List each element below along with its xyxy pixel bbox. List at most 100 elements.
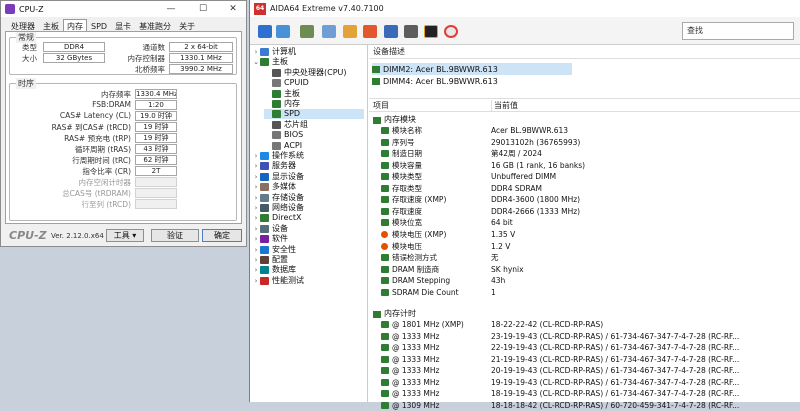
tree-item[interactable]: › 存储设备 bbox=[252, 193, 364, 203]
tree-item[interactable]: 中央处理器(CPU) bbox=[264, 68, 364, 78]
tree-item[interactable]: ACPI bbox=[264, 141, 364, 151]
tools-dropdown[interactable]: 工具 ▾ bbox=[106, 229, 144, 242]
flame-icon[interactable] bbox=[363, 25, 377, 38]
table-row[interactable]: @ 1801 MHz (XMP) 18-22-22-42 (CL-RCD-RP-R… bbox=[369, 319, 800, 331]
ram-icon bbox=[381, 288, 389, 296]
expand-toggle-icon[interactable]: ⌄ bbox=[252, 57, 260, 67]
table-row[interactable]: 模块名称 Acer BL.9BWWR.613 bbox=[369, 125, 800, 137]
expand-toggle-icon[interactable]: › bbox=[252, 234, 260, 244]
validate-button[interactable]: 验证 bbox=[151, 229, 199, 242]
device-desc-header: 设备描述 bbox=[373, 47, 405, 56]
table-row[interactable]: SDRAM Die Count 1 bbox=[369, 287, 800, 299]
expand-toggle-icon[interactable]: › bbox=[252, 193, 260, 203]
gauge-icon[interactable] bbox=[444, 25, 458, 38]
table-row[interactable]: @ 1333 MHz 19-19-19-43 (CL-RCD-RP-RAS) / … bbox=[369, 377, 800, 389]
tree-item[interactable]: › 操作系统 bbox=[252, 151, 364, 161]
expand-toggle-icon[interactable]: › bbox=[252, 182, 260, 192]
osd-icon[interactable] bbox=[424, 25, 438, 38]
tree-item[interactable]: › 多媒体 bbox=[252, 182, 364, 192]
expand-toggle-icon[interactable]: › bbox=[252, 276, 260, 286]
hand-icon[interactable] bbox=[343, 25, 357, 38]
tree-item[interactable]: 主板 bbox=[264, 89, 364, 99]
expand-toggle-icon[interactable]: › bbox=[252, 172, 260, 182]
table-row[interactable]: 模块电压 1.2 V bbox=[369, 241, 800, 253]
maximize-button[interactable]: ☐ bbox=[193, 3, 213, 15]
expand-toggle-icon[interactable]: › bbox=[252, 213, 260, 223]
row-value: 无 bbox=[491, 253, 499, 263]
table-row[interactable]: 存取速度 DDR4-2666 (1333 MHz) bbox=[369, 206, 800, 218]
column-item-header[interactable]: 项目 bbox=[373, 100, 389, 112]
table-row[interactable]: @ 1333 MHz 22-19-19-43 (CL-RCD-RP-RAS) / … bbox=[369, 342, 800, 354]
search-input[interactable]: 查找 bbox=[682, 22, 794, 40]
tree-item[interactable]: › 数据库 bbox=[252, 265, 364, 275]
ram-icon bbox=[381, 173, 389, 181]
tree-node-icon bbox=[272, 68, 281, 77]
details-pane: 设备描述 DIMM2: Acer BL.9BWWR.613 DIMM4: Ace… bbox=[369, 45, 800, 410]
tree-item[interactable]: › 配置 bbox=[252, 255, 364, 265]
expand-toggle-icon[interactable]: › bbox=[252, 47, 260, 57]
dimm-item[interactable]: DIMM2: Acer BL.9BWWR.613 bbox=[372, 63, 572, 75]
chevron-down-icon: ▾ bbox=[132, 231, 137, 240]
ram-icon bbox=[381, 265, 389, 273]
table-row[interactable]: 存取速度 (XMP) DDR4-3600 (1800 MHz) bbox=[369, 194, 800, 206]
table-row[interactable]: 模块电压 (XMP) 1.35 V bbox=[369, 229, 800, 241]
tree-item[interactable]: ⌄ 主板 bbox=[252, 57, 364, 67]
tree-item[interactable]: › 显示设备 bbox=[252, 172, 364, 182]
tree-item[interactable]: › 计算机 bbox=[252, 47, 364, 57]
aida64-title-bar: 64 AIDA64 Extreme v7.40.7100 bbox=[250, 0, 800, 17]
network-icon[interactable] bbox=[322, 25, 336, 38]
tree-item[interactable]: SPD bbox=[264, 109, 364, 120]
tree-item[interactable]: › 网络设备 bbox=[252, 203, 364, 213]
report-icon[interactable] bbox=[258, 25, 272, 38]
table-row[interactable]: 制造日期 第42周 / 2024 bbox=[369, 148, 800, 160]
tree-node-icon bbox=[272, 100, 281, 108]
expand-toggle-icon[interactable]: › bbox=[252, 245, 260, 255]
table-row[interactable]: 序列号 29013102h (36765993) bbox=[369, 137, 800, 149]
table-row[interactable]: 存取类型 DDR4 SDRAM bbox=[369, 183, 800, 195]
table-row[interactable]: @ 1333 MHz 23-19-19-43 (CL-RCD-RP-RAS) / … bbox=[369, 331, 800, 343]
tree-node-icon bbox=[260, 152, 269, 160]
expand-toggle-icon[interactable]: › bbox=[252, 224, 260, 234]
expand-toggle-icon[interactable]: › bbox=[252, 151, 260, 161]
memory-controller-label: 内存控制器 bbox=[127, 54, 166, 63]
tree-item[interactable]: › DirectX bbox=[252, 213, 364, 223]
row-item: @ 1333 MHz bbox=[392, 366, 440, 376]
ok-button[interactable]: 确定 bbox=[202, 229, 242, 242]
row-item: 存取类型 bbox=[392, 183, 422, 193]
tree-item[interactable]: › 性能测试 bbox=[252, 276, 364, 286]
timing-value: 19.0 时钟 bbox=[135, 111, 177, 121]
tree-item[interactable]: BIOS bbox=[264, 130, 364, 140]
table-row[interactable]: @ 1333 MHz 20-19-19-43 (CL-RCD-RP-RAS) / … bbox=[369, 365, 800, 377]
minimize-button[interactable]: — bbox=[161, 3, 181, 15]
memory-icon[interactable] bbox=[300, 25, 314, 38]
tree-item[interactable]: CPUID bbox=[264, 78, 364, 88]
close-button[interactable]: ✕ bbox=[223, 3, 243, 15]
table-row[interactable]: @ 1333 MHz 21-19-19-43 (CL-RCD-RP-RAS) / … bbox=[369, 354, 800, 366]
row-value: 第42周 / 2024 bbox=[491, 149, 542, 159]
computer-icon[interactable] bbox=[276, 25, 290, 38]
expand-toggle-icon[interactable]: › bbox=[252, 265, 260, 275]
dimm-item[interactable]: DIMM4: Acer BL.9BWWR.613 bbox=[372, 75, 572, 87]
expand-toggle-icon[interactable]: › bbox=[252, 203, 260, 213]
tree-item[interactable]: › 安全性 bbox=[252, 245, 364, 255]
tree-item[interactable]: 芯片组 bbox=[264, 120, 364, 130]
table-row[interactable]: @ 1333 MHz 18-19-19-43 (CL-RCD-RP-RAS) / … bbox=[369, 388, 800, 400]
device-desc-header-bar: 设备描述 bbox=[369, 45, 800, 59]
row-item: 模块位宽 bbox=[392, 218, 422, 228]
tree-item-label: 安全性 bbox=[272, 244, 296, 254]
tree-item[interactable]: › 服务器 bbox=[252, 161, 364, 171]
column-value-header[interactable]: 当前值 bbox=[491, 100, 518, 112]
table-row[interactable]: 错误检测方式 无 bbox=[369, 252, 800, 264]
table-row[interactable]: 模块容量 16 GB (1 rank, 16 banks) bbox=[369, 160, 800, 172]
table-row[interactable]: 模块位宽 64 bit bbox=[369, 217, 800, 229]
chip-icon[interactable] bbox=[384, 25, 398, 38]
tree-item[interactable]: › 软件 bbox=[252, 234, 364, 244]
expand-toggle-icon[interactable]: › bbox=[252, 255, 260, 265]
table-row[interactable]: DRAM 制造商 SK hynix bbox=[369, 264, 800, 276]
tree-item[interactable]: 内存 bbox=[264, 99, 364, 109]
tree-item[interactable]: › 设备 bbox=[252, 224, 364, 234]
table-row[interactable]: 模块类型 Unbuffered DIMM bbox=[369, 171, 800, 183]
table-row[interactable]: DRAM Stepping 43h bbox=[369, 275, 800, 287]
expand-toggle-icon[interactable]: › bbox=[252, 161, 260, 171]
bios-icon[interactable] bbox=[404, 25, 418, 38]
